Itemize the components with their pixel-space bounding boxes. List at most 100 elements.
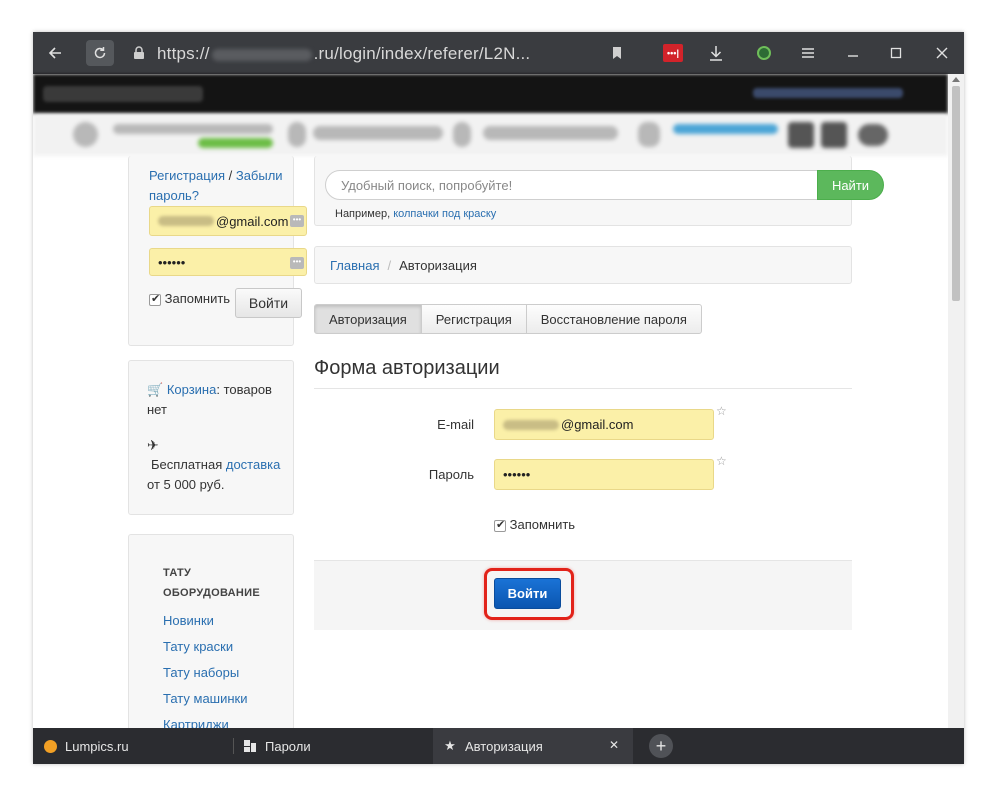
search-input[interactable]: Удобный поиск, попробуйте!	[325, 170, 818, 200]
scroll-thumb[interactable]	[952, 86, 960, 301]
remember-label: Запомнить	[509, 517, 576, 532]
remember-me[interactable]: Запомнить	[494, 517, 575, 532]
email-label: E-mail	[437, 417, 474, 432]
cart-box: 🛒 Корзина: товаров нет ✈ Бесплатная дост…	[128, 360, 294, 515]
search-button[interactable]: Найти	[817, 170, 884, 200]
sidebar-password-field[interactable]: •••••• •••	[149, 248, 307, 276]
tab-label: Пароли	[265, 738, 311, 754]
lastpass-icon[interactable]: •••|	[663, 44, 683, 62]
search-box: Удобный поиск, попробуйте! Найти Наприме…	[314, 156, 884, 226]
menu-icon[interactable]	[794, 40, 822, 66]
tab-label: Lumpics.ru	[65, 738, 129, 754]
browser-toolbar: https:// .ru/login/index/referer/L2N... •…	[33, 32, 964, 74]
contact-line	[113, 124, 273, 134]
hint-link[interactable]: колпачки под краску	[393, 208, 496, 220]
extension-icon[interactable]	[757, 46, 771, 60]
tab-passwords[interactable]: Пароли	[243, 728, 433, 764]
cart-info: 🛒 Корзина: товаров нет	[147, 380, 287, 420]
message-icon	[638, 122, 660, 147]
blurred-username	[503, 419, 559, 430]
star-icon[interactable]: ☆	[716, 404, 727, 418]
remember-label: Запомнить	[164, 291, 231, 306]
password-manager-icon[interactable]: •••	[290, 215, 304, 227]
password-field[interactable]: ••••••	[494, 459, 714, 490]
site-header-blurred	[33, 74, 948, 114]
maximize-icon[interactable]	[882, 40, 910, 66]
bookmark-icon[interactable]	[603, 40, 631, 66]
url-suffix: .ru/login/index/referer/L2N...	[313, 44, 531, 63]
contact-line	[313, 126, 443, 140]
password-manager-icon[interactable]: •••	[290, 257, 304, 269]
tab-password-recovery[interactable]: Восстановление пароля	[525, 304, 702, 334]
scroll-up-icon[interactable]	[952, 77, 960, 82]
shipping-link[interactable]: доставка	[226, 457, 280, 472]
sidebar-remember[interactable]: Запомнить	[149, 291, 230, 306]
url-prefix: https://	[157, 44, 210, 63]
form-title: Форма авторизации	[314, 357, 500, 379]
sidebar-email-field[interactable]: @gmail.com •••	[149, 206, 307, 236]
star-icon[interactable]: ☆	[716, 454, 727, 468]
separator: /	[225, 168, 236, 183]
email-field[interactable]: @gmail.com	[494, 409, 714, 440]
cart-link[interactable]: Корзина	[167, 382, 217, 397]
header-link-blurred	[673, 124, 778, 134]
page-scrollbar[interactable]	[948, 74, 964, 762]
close-window-icon[interactable]	[928, 40, 956, 66]
email-suffix: @gmail.com	[561, 417, 634, 432]
sidebar-login-button[interactable]: Войти	[235, 288, 302, 318]
passwords-icon	[243, 739, 257, 753]
password-mask: ••••••	[158, 254, 186, 270]
phone-icon	[453, 122, 471, 147]
lock-icon[interactable]	[125, 40, 153, 66]
user-icon	[788, 122, 814, 148]
remember-checkbox[interactable]	[494, 518, 506, 532]
highlight-annotation	[484, 568, 574, 620]
form-actions	[314, 560, 852, 630]
close-tab-icon[interactable]: ✕	[609, 738, 619, 752]
shipping-prefix: Бесплатная	[151, 457, 226, 472]
lumpics-favicon	[43, 739, 57, 753]
breadcrumb-home[interactable]: Главная	[330, 258, 379, 273]
catalog-item[interactable]: Тату наборы	[163, 665, 239, 680]
browser-window: https:// .ru/login/index/referer/L2N... •…	[33, 32, 964, 764]
breadcrumb-current: Авторизация	[399, 257, 477, 273]
url-blurred-domain	[211, 48, 312, 61]
catalog-item[interactable]: Тату краски	[163, 639, 233, 654]
phone-icon	[73, 122, 98, 147]
tab-register[interactable]: Регистрация	[420, 304, 527, 334]
password-mask: ••••••	[503, 467, 531, 482]
cloud-icon	[858, 124, 888, 146]
tab-lumpics[interactable]: Lumpics.ru	[43, 728, 233, 764]
hint-prefix: Например,	[335, 208, 394, 220]
tab-divider	[233, 738, 234, 754]
back-icon[interactable]	[41, 40, 69, 66]
cart-icon	[821, 122, 847, 148]
new-tab-button[interactable]: +	[649, 734, 673, 758]
address-bar[interactable]: https:// .ru/login/index/referer/L2N...	[157, 44, 530, 64]
cart-icon: 🛒	[147, 382, 164, 397]
tab-login[interactable]: Авторизация	[314, 304, 422, 334]
catalog-item[interactable]: Тату машинки	[163, 691, 248, 706]
header-links-blurred	[753, 88, 903, 98]
reload-icon[interactable]	[86, 40, 114, 66]
remember-checkbox[interactable]	[149, 292, 161, 306]
shipping-info: Бесплатная доставка	[151, 455, 291, 475]
blurred-username	[158, 216, 214, 226]
email-suffix: @gmail.com	[216, 213, 289, 229]
tab-authorization[interactable]: ★ Авторизация ✕	[433, 728, 633, 764]
shipping-threshold: от 5 000 руб.	[147, 477, 225, 492]
auth-links: Регистрация / Забыли пароль?	[149, 166, 289, 206]
phone-icon	[288, 122, 306, 147]
divider	[314, 388, 852, 389]
callback-link	[198, 138, 273, 148]
sidebar-login-box: Регистрация / Забыли пароль? @gmail.com …	[128, 156, 307, 346]
breadcrumb: Главная / Авторизация	[314, 246, 852, 284]
search-hint: Например, колпачки под краску	[335, 208, 496, 220]
site-contacts-blurred	[33, 114, 948, 156]
minimize-icon[interactable]	[839, 40, 867, 66]
catalog-item[interactable]: Новинки	[163, 613, 214, 628]
breadcrumb-separator: /	[387, 257, 392, 273]
download-icon[interactable]	[702, 40, 730, 66]
star-icon: ★	[444, 738, 456, 753]
register-link[interactable]: Регистрация	[149, 168, 225, 183]
